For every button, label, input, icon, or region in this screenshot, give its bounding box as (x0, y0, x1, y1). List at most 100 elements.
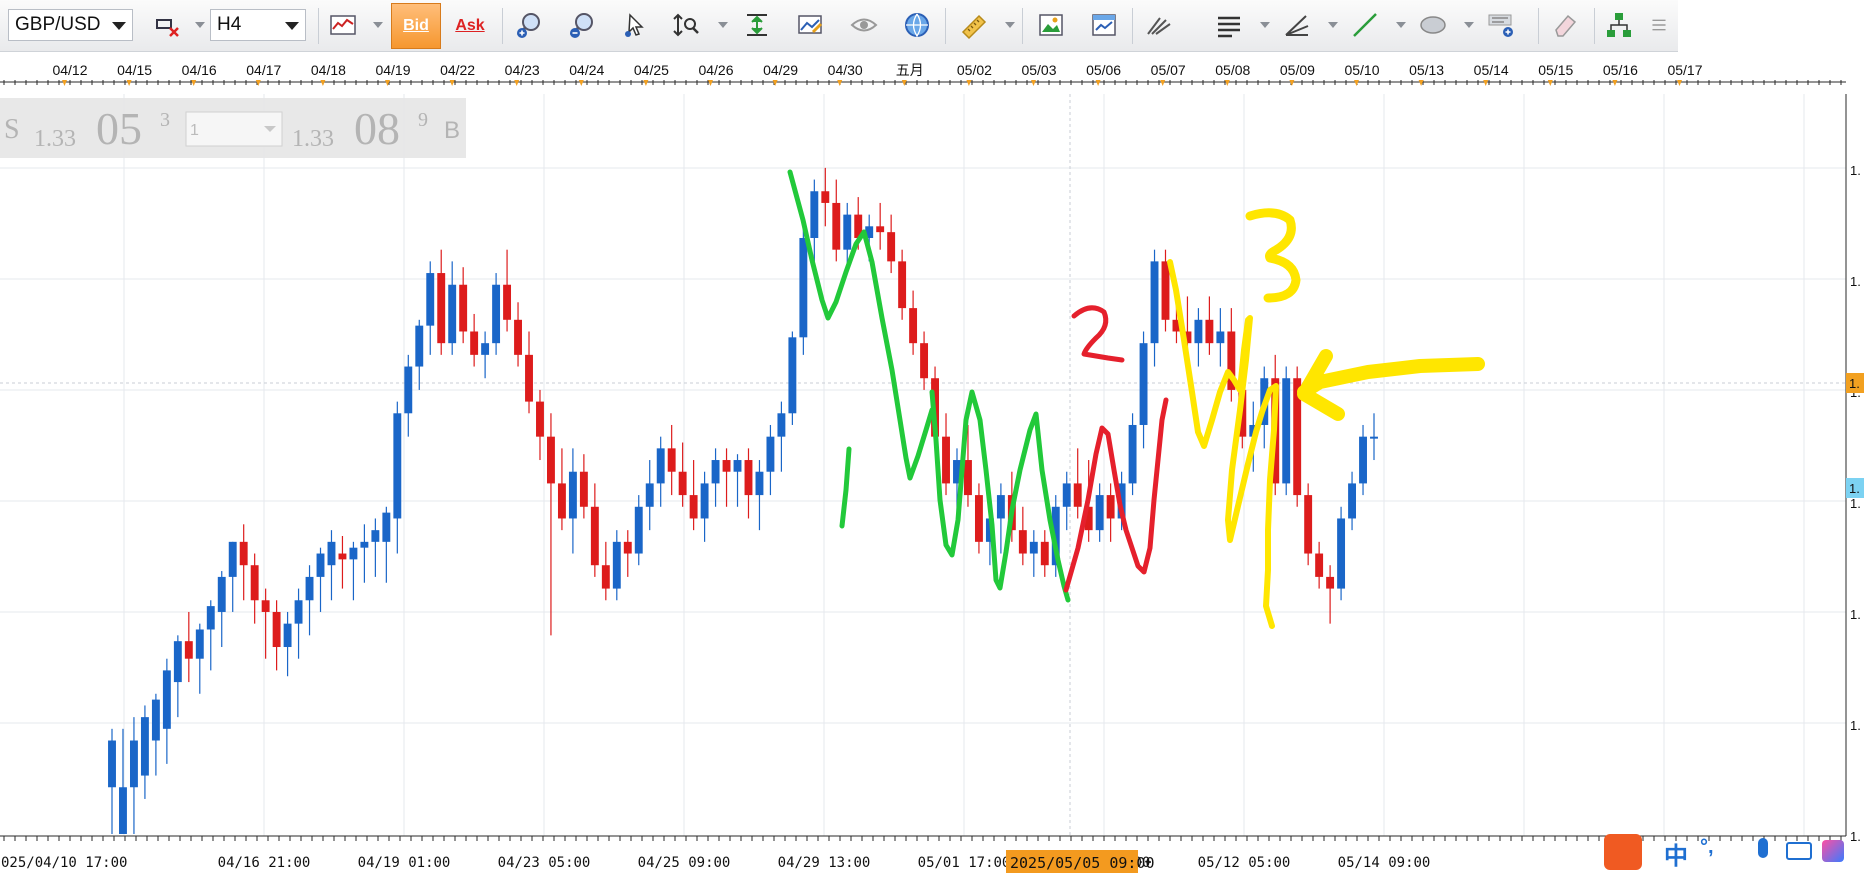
date-axis-label: 04/30 (828, 62, 863, 78)
candle-body (788, 337, 797, 414)
candle-body (1106, 495, 1115, 519)
buy-letter: B (444, 117, 460, 144)
date-axis-label: 04/23 (505, 62, 540, 78)
angle-dropdown-icon[interactable] (1328, 22, 1338, 28)
candle-body (503, 284, 512, 320)
lines-dropdown-icon[interactable] (1260, 22, 1270, 28)
candle-body (876, 226, 885, 233)
ask-button[interactable]: Ask (445, 3, 495, 49)
candle[interactable] (1337, 506, 1346, 601)
cursor-dropdown-icon[interactable] (195, 22, 205, 28)
fork-icon[interactable] (1140, 6, 1178, 44)
bid-button[interactable]: Bid (391, 3, 441, 49)
date-axis-label: 五月 (896, 62, 924, 78)
candle-body (492, 284, 501, 344)
candle-body (1216, 331, 1225, 344)
toolbar-separator (502, 8, 503, 44)
eraser-icon[interactable] (1546, 6, 1584, 44)
candle-body (1029, 541, 1038, 554)
date-axis-label: 05/07 (1151, 62, 1186, 78)
candle-body (920, 343, 929, 379)
line-chart-icon[interactable] (324, 6, 362, 44)
candle-body (1359, 436, 1367, 484)
objects-tree-icon[interactable] (1600, 6, 1638, 44)
keyboard-icon[interactable] (1786, 842, 1812, 860)
candle[interactable] (1304, 483, 1313, 566)
scale-icon[interactable] (668, 6, 706, 44)
sell-letter: S (4, 114, 20, 145)
date-axis-label: 05/16 (1603, 62, 1638, 78)
date-axis-label: 04/12 (52, 62, 87, 78)
candle-body (996, 495, 1005, 519)
candle[interactable] (799, 226, 808, 355)
template-icon[interactable] (1085, 6, 1123, 44)
ime-mode-label[interactable]: 中 (1664, 836, 1688, 871)
image-icon[interactable] (1032, 6, 1070, 44)
ime-punct-label[interactable]: °, (1700, 836, 1714, 859)
candle-body (1205, 319, 1214, 344)
candle-body (634, 506, 643, 554)
horizontal-lines-icon[interactable] (1210, 6, 1248, 44)
angle-icon[interactable] (1278, 6, 1316, 44)
date-axis-label: 04/25 (634, 62, 669, 78)
crosshair-cursor-icon[interactable] (148, 6, 186, 44)
candle-body (623, 541, 632, 554)
quote-panel[interactable]: S 1.33 05 3 1 1.33 08 9 B (0, 98, 466, 158)
price-axis-label: 1. (1850, 496, 1861, 511)
date-axis-label: 05/14 (1474, 62, 1509, 78)
candle[interactable] (788, 331, 797, 425)
eye-icon[interactable] (845, 6, 883, 44)
price-axis-label: 1. (1850, 718, 1861, 733)
zoom-in-icon[interactable] (510, 6, 548, 44)
ime-logo-icon[interactable] (1604, 834, 1642, 870)
ruler-dropdown-icon[interactable] (1005, 22, 1015, 28)
skin-icon[interactable] (1822, 840, 1844, 862)
date-axis-label: 04/19 (375, 62, 410, 78)
sell-prefix: 1.33 (34, 126, 76, 152)
date-axis: 04/12 04/15 04/16 04/17 04/18 04/19 04/22 04/23… (0, 62, 1846, 86)
time-axis-label: 04/19 01:00 (358, 855, 451, 871)
candle-body (942, 436, 950, 484)
candle-body (1194, 319, 1203, 344)
toolbar-separator (1132, 8, 1133, 44)
toolbar-separator (1538, 8, 1539, 44)
zoom-out-icon[interactable] (563, 6, 601, 44)
globe-icon[interactable] (898, 6, 936, 44)
properties-icon[interactable] (791, 6, 829, 44)
candle-body (799, 237, 808, 338)
candle[interactable] (1282, 366, 1291, 496)
sell-price-big[interactable]: 05 (96, 103, 142, 154)
candle-body (898, 261, 907, 309)
candle-body (579, 471, 588, 507)
ellipse-icon[interactable] (1414, 6, 1452, 44)
microphone-icon[interactable] (1758, 838, 1768, 858)
trend-dropdown-icon[interactable] (1396, 22, 1406, 28)
candle-body (711, 460, 720, 484)
scale-dropdown-icon[interactable] (718, 22, 728, 28)
current-price-marker-label: 1. (1849, 376, 1860, 391)
symbol-select[interactable]: GBP/USD (8, 9, 133, 41)
candle-body (459, 284, 468, 332)
auto-scroll-icon[interactable] (738, 6, 776, 44)
trend-line-icon[interactable] (1346, 6, 1384, 44)
candle[interactable] (492, 273, 501, 355)
candle-body (228, 541, 237, 577)
more-icon[interactable] (1645, 6, 1673, 44)
candle-body (129, 740, 138, 788)
sell-pip: 3 (160, 109, 170, 131)
lot-size-value: 1 (190, 122, 199, 139)
candle-body (261, 600, 270, 612)
buy-price-big[interactable]: 08 (354, 103, 400, 154)
chart-type-dropdown-icon[interactable] (373, 22, 383, 28)
candle-body (1018, 530, 1027, 554)
price-chart[interactable]: 04/12 04/15 04/16 04/17 04/18 04/19 04/22 04/23… (0, 52, 1864, 873)
ruler-icon[interactable] (955, 6, 993, 44)
pointer-icon[interactable] (616, 6, 654, 44)
chart-toolbar: GBP/USD H4 Bid Ask (0, 0, 1678, 52)
shape-dropdown-icon[interactable] (1464, 22, 1474, 28)
candle-body (140, 717, 149, 776)
timeframe-select[interactable]: H4 (210, 9, 306, 41)
text-icon[interactable] (1482, 6, 1520, 44)
candle[interactable] (1128, 413, 1137, 496)
buy-prefix: 1.33 (292, 126, 334, 152)
